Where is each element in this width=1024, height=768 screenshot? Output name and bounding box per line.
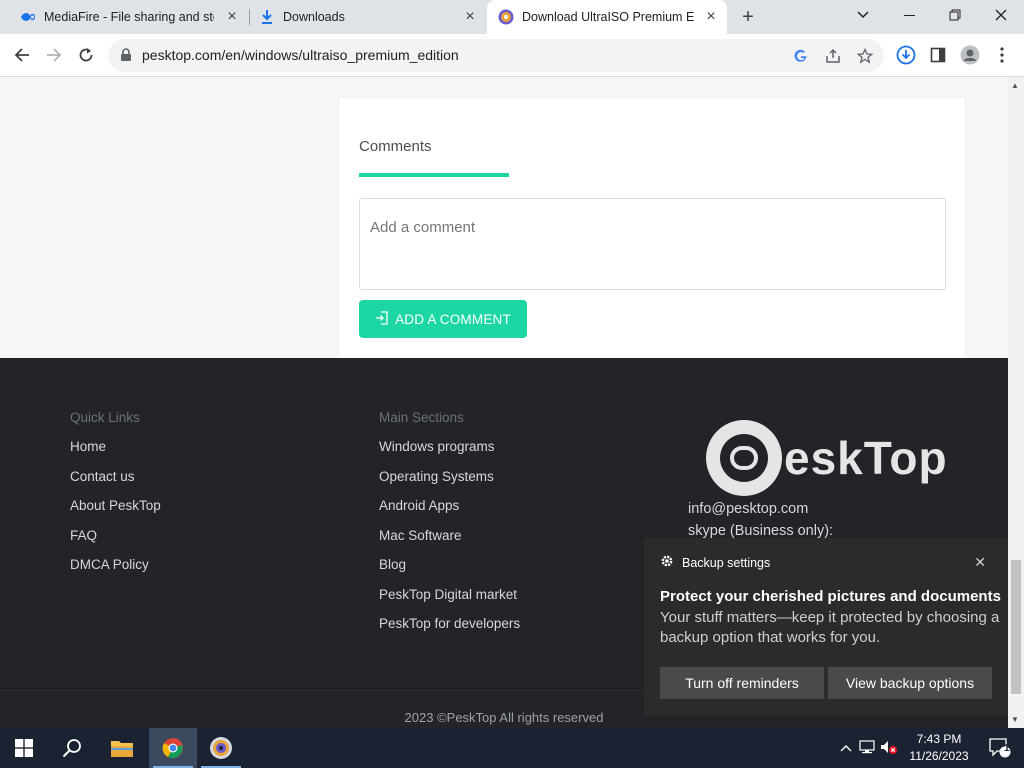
chrome-taskbar-icon[interactable] [149,728,197,768]
tab-strip: MediaFire - File sharing and storage × D… [0,0,1024,34]
taskbar-clock[interactable]: 7:43 PM 11/26/2023 [904,731,974,765]
back-arrow-icon[interactable] [10,43,34,67]
network-icon[interactable] [856,739,878,757]
share-icon[interactable] [824,47,842,65]
volume-muted-icon[interactable] [878,740,900,757]
search-icon[interactable] [48,728,96,768]
ultraiso-taskbar-icon[interactable] [197,728,245,768]
tab-ultraiso[interactable]: Download UltraISO Premium Edition × [487,0,727,34]
action-center-icon[interactable]: 1 [976,728,1024,768]
scroll-up-arrow-icon[interactable]: ▲ [1011,81,1019,90]
scroll-thumb[interactable] [1011,560,1021,694]
turn-off-reminders-button[interactable]: Turn off reminders [660,667,824,699]
clock-date: 11/26/2023 [909,749,969,763]
close-icon[interactable]: × [703,9,719,25]
notification-count-badge: 1 [1004,743,1010,754]
minimize-icon[interactable] [886,0,932,30]
close-icon[interactable]: ✕ [974,554,986,571]
ultraiso-icon [498,9,514,28]
chevron-up-icon[interactable] [836,741,856,755]
downloads-icon[interactable] [894,43,918,67]
view-backup-options-button[interactable]: View backup options [828,667,992,699]
system-tray [836,728,900,768]
windows-taskbar: 7:43 PM 11/26/2023 1 [0,728,1024,768]
footer-link-market[interactable]: PeskTop Digital market [379,587,517,602]
footer-link-home[interactable]: Home [70,439,106,454]
forward-arrow-icon[interactable] [42,43,66,67]
tab-downloads[interactable]: Downloads × [250,0,486,34]
restore-icon[interactable] [932,0,978,30]
google-icon[interactable] [792,47,810,65]
profile-avatar-icon[interactable] [958,43,982,67]
scroll-down-arrow-icon[interactable]: ▼ [1011,715,1019,724]
notification-header: Backup settings [660,554,770,571]
window-close-icon[interactable] [978,0,1024,30]
backup-notification: Backup settings ✕ Protect your cherished… [644,538,1008,716]
footer-link-mac[interactable]: Mac Software [379,528,462,543]
page-scrollbar[interactable]: ▲ ▼ [1008,77,1024,728]
download-icon [260,9,274,28]
main-sections-title: Main Sections [379,410,464,425]
mediafire-icon [20,11,36,26]
address-bar[interactable]: pesktop.com/en/windows/ultraiso_premium_… [108,39,884,72]
tab-search-chevron-icon[interactable] [840,0,886,30]
bookmark-star-icon[interactable] [856,47,874,65]
tab-mediafire[interactable]: MediaFire - File sharing and storage × [8,0,248,34]
browser-toolbar: pesktop.com/en/windows/ultraiso_premium_… [0,34,1024,77]
close-icon[interactable]: × [224,9,240,25]
comment-input[interactable] [359,198,946,290]
close-icon[interactable]: × [462,9,478,25]
clock-time: 7:43 PM [916,732,962,746]
add-comment-button[interactable]: ADD A COMMENT [359,300,527,338]
footer-link-blog[interactable]: Blog [379,557,406,572]
contact-email[interactable]: info@pesktop.com [688,501,808,517]
start-windows-icon[interactable] [0,728,48,768]
tab-title: MediaFire - File sharing and storage [44,10,214,24]
comments-card: Comments ADD A COMMENT [338,97,966,367]
tab-title: Downloads [283,10,345,24]
menu-kebab-icon[interactable] [990,43,1014,67]
footer-link-android[interactable]: Android Apps [379,498,459,513]
contact-skype: skype (Business only): [688,523,834,539]
logo-text: eskTop [784,432,948,484]
footer-link-developers[interactable]: PeskTop for developers [379,616,520,631]
add-comment-label: ADD A COMMENT [395,311,511,327]
side-panel-icon[interactable] [926,43,950,67]
notification-app-name: Backup settings [682,555,771,570]
footer-link-dmca[interactable]: DMCA Policy [70,557,149,572]
notification-title: Protect your cherished pictures and docu… [660,588,1001,605]
footer-link-contact[interactable]: Contact us [70,469,135,484]
lock-icon[interactable] [120,48,132,67]
tab-title: Download UltraISO Premium Edition [522,10,694,24]
footer-link-faq[interactable]: FAQ [70,528,97,543]
quick-links-title: Quick Links [70,410,140,425]
new-tab-button[interactable]: + [737,6,759,28]
gear-icon [660,554,674,571]
url-text[interactable]: pesktop.com/en/windows/ultraiso_premium_… [142,47,459,63]
logo-mark-icon [706,420,782,496]
footer-link-os[interactable]: Operating Systems [379,469,494,484]
notification-body: Your stuff matters—keep it protected by … [660,609,1000,646]
sign-in-icon [375,310,389,328]
file-explorer-icon[interactable] [98,728,146,768]
comments-underline [359,173,509,177]
footer-link-about[interactable]: About PeskTop [70,498,161,513]
reload-icon[interactable] [74,43,98,67]
footer-link-windows[interactable]: Windows programs [379,439,495,454]
comments-title: Comments [359,138,432,155]
pesktop-logo[interactable]: eskTop [706,420,948,496]
